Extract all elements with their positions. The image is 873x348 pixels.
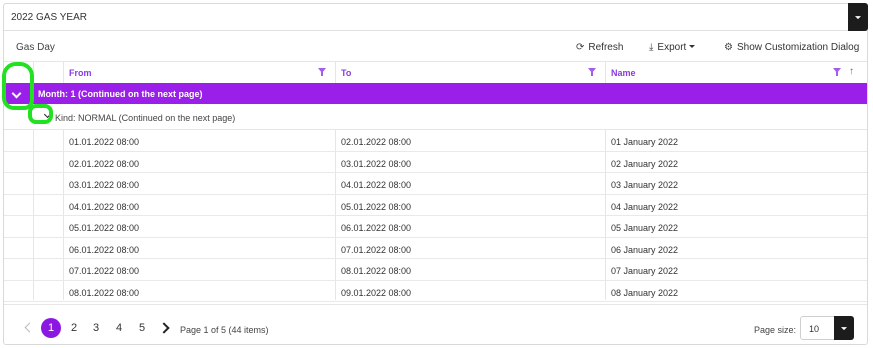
cell-from: 07.01.2022 08:00 <box>69 266 140 276</box>
refresh-label: Refresh <box>588 42 624 53</box>
chevron-down-icon <box>841 327 847 331</box>
cell-name: 08 January 2022 <box>611 287 679 298</box>
table-header: From To Name ↑ <box>4 61 867 84</box>
year-select-dropdown-button[interactable] <box>848 3 868 31</box>
cell-from: 02.01.2022 08:00 <box>69 158 140 169</box>
cell-to: 03.01.2022 08:00 <box>341 158 412 169</box>
table-row[interactable]: 06.01.2022 08:00 07.01.2022 08:00 06 Janua… <box>4 238 867 259</box>
page-button-3[interactable]: 3 <box>86 318 106 338</box>
cell-to: 08.01.2022 08:00 <box>341 266 412 276</box>
column-label-from: From <box>69 68 92 78</box>
cell-name: 03 January 2022 <box>611 180 679 190</box>
table-row[interactable]: 03.01.2022 08:00 04.01.2022 08:00 03 Janua… <box>4 173 867 195</box>
download-icon: ⤓ <box>649 42 654 53</box>
caret-down-icon <box>689 45 696 48</box>
table-row[interactable]: 07.01.2022 08:00 08.01.2022 08:00 07 Janua… <box>4 259 867 281</box>
table-row[interactable]: 01.01.2022 08:00 02.01.2022 08:00 01 Janua… <box>4 130 867 152</box>
column-header-to[interactable]: To <box>335 62 605 83</box>
group-row-label: Month: 1 (Continued on the next page) <box>38 89 203 99</box>
year-select-value: 2022 GAS YEAR <box>11 12 87 23</box>
group-row-month[interactable]: Month: 1 (Continued on the next page) <box>4 83 867 104</box>
cell-to: 04.01.2022 08:00 <box>341 180 412 190</box>
group-row-kind[interactable]: Kind: NORMAL (Continued on the next page… <box>4 105 867 130</box>
table-row[interactable]: 05.01.2022 08:00 06.01.2022 08:00 05 Janua… <box>4 216 867 238</box>
sort-ascending-icon[interactable]: ↑ <box>849 66 854 77</box>
table-row[interactable]: 08.01.2022 08:00 09.01.2022 08:00 08 Janua… <box>4 281 867 302</box>
table-row[interactable]: 04.01.2022 08:00 05.01.2022 08:00 04 Janua… <box>4 195 867 216</box>
page-size-select[interactable]: 10 <box>800 316 854 340</box>
cell-name: 07 January 2022 <box>611 266 679 276</box>
column-header-name[interactable]: Name ↑ <box>605 62 868 83</box>
cell-from: 05.01.2022 08:00 <box>69 223 140 233</box>
cell-name: 06 January 2022 <box>611 244 679 255</box>
cell-name: 04 January 2022 <box>611 201 679 212</box>
cell-to: 05.01.2022 08:00 <box>341 201 412 212</box>
cell-from: 01.01.2022 08:00 <box>69 137 140 147</box>
column-header-from[interactable]: From <box>63 62 335 83</box>
export-button[interactable]: ⤓ Export <box>649 42 696 53</box>
filter-icon[interactable] <box>833 68 841 76</box>
cell-from: 03.01.2022 08:00 <box>69 180 140 190</box>
column-label-to: To <box>341 68 352 78</box>
grid-container: 2022 GAS YEAR Gas Day ⟳ Refresh ⤓ Export ⚙… <box>3 3 868 345</box>
cell-to: 06.01.2022 08:00 <box>341 223 412 233</box>
page-info: Page 1 of 5 (44 items) <box>180 325 269 335</box>
cell-to: 02.01.2022 08:00 <box>341 137 412 147</box>
subgroup-row-label: Kind: NORMAL (Continued on the next page… <box>55 113 236 123</box>
export-label: Export <box>657 42 687 53</box>
cell-from: 08.01.2022 08:00 <box>69 287 140 298</box>
group-panel-label[interactable]: Gas Day <box>16 42 55 53</box>
cell-from: 04.01.2022 08:00 <box>69 201 140 212</box>
page-size-value: 10 <box>809 324 820 334</box>
cell-to: 07.01.2022 08:00 <box>341 244 412 255</box>
filter-icon[interactable] <box>318 68 326 76</box>
page-button-1[interactable]: 1 <box>41 318 61 338</box>
cell-name: 01 January 2022 <box>611 137 679 147</box>
page-size-dropdown-button[interactable] <box>834 316 854 340</box>
page-button-5[interactable]: 5 <box>132 318 152 338</box>
toolbar: Gas Day ⟳ Refresh ⤓ Export ⚙ Show Customiza… <box>4 31 867 61</box>
customization-dialog-button[interactable]: ⚙ Show Customization Dialog <box>724 42 859 53</box>
highlight-annotation <box>2 62 34 110</box>
chevron-down-icon <box>855 16 861 20</box>
refresh-button[interactable]: ⟳ Refresh <box>576 42 623 53</box>
cell-name: 02 January 2022 <box>611 158 679 169</box>
cell-from: 06.01.2022 08:00 <box>69 244 140 255</box>
customization-label: Show Customization Dialog <box>736 42 860 53</box>
cell-to: 09.01.2022 08:00 <box>341 287 412 298</box>
highlight-annotation <box>28 104 53 124</box>
header-indent-cell <box>33 62 64 83</box>
year-select[interactable]: 2022 GAS YEAR <box>4 3 868 31</box>
refresh-icon: ⟳ <box>576 42 585 53</box>
page-size-label: Page size: <box>754 325 797 335</box>
table-body: 01.01.2022 08:00 02.01.2022 08:00 01 Janua… <box>4 130 867 302</box>
pager: 1 2 3 4 5 Page 1 of 5 (44 items) Page si… <box>4 304 867 345</box>
page-button-4[interactable]: 4 <box>109 318 129 338</box>
cell-name: 05 January 2022 <box>611 223 679 233</box>
page-button-2[interactable]: 2 <box>64 318 84 338</box>
filter-icon[interactable] <box>588 68 596 76</box>
table-row[interactable]: 02.01.2022 08:00 03.01.2022 08:00 02 Janua… <box>4 152 867 173</box>
gear-icon: ⚙ <box>724 42 733 53</box>
column-label-name: Name <box>611 68 636 78</box>
chevron-left-icon[interactable] <box>24 322 35 333</box>
chevron-right-icon[interactable] <box>158 322 170 334</box>
